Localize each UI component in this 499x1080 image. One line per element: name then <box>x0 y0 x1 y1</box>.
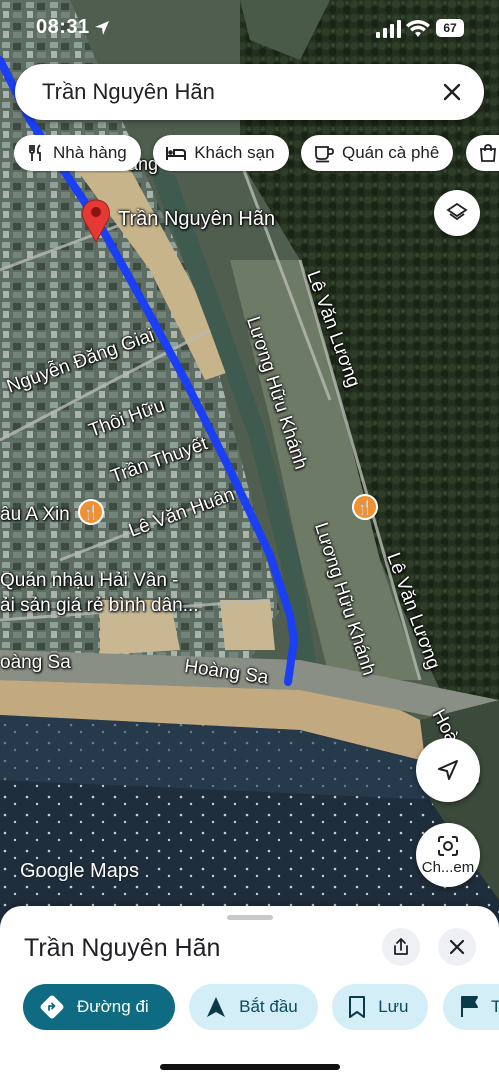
status-time: 08:31 <box>36 16 90 38</box>
search-bar[interactable]: Trần Nguyên Hãn <box>15 64 484 120</box>
save-button[interactable]: Lưu <box>332 984 429 1030</box>
bookmark-icon <box>349 996 366 1018</box>
add-label-button[interactable]: Thê <box>442 984 499 1030</box>
location-arrow-icon <box>95 21 109 35</box>
status-bar: 08:31 67 <box>0 12 499 46</box>
map-label-route[interactable]: Trần Nguyên Hãn <box>118 208 275 231</box>
chip-hotels[interactable]: Khách sạn <box>153 135 289 171</box>
navigation-arrow-icon <box>207 997 226 1017</box>
map-label-hai-van-2: ải sản giá rẻ bình dân... <box>0 595 199 616</box>
navigation-arrow-icon <box>438 760 458 780</box>
shopping-bag-icon <box>479 144 496 162</box>
google-maps-attribution: Google Maps <box>20 860 139 882</box>
action-label: Bắt đầu <box>239 997 298 1016</box>
chip-restaurants[interactable]: Nhà hàng <box>14 135 141 171</box>
map-label-hai-van-1: Quán nhậu Hải Vân - <box>0 570 179 591</box>
coffee-cup-icon <box>315 146 334 163</box>
sheet-grabber[interactable] <box>227 915 273 920</box>
map-label-au-a-xin: âu A Xin <box>0 504 70 525</box>
chip-label: Nhà hàng <box>53 143 127 162</box>
start-button[interactable]: Bắt đầu <box>189 984 318 1030</box>
fork-knife-icon <box>29 144 41 161</box>
action-label: Lưu <box>378 997 409 1016</box>
flag-icon <box>460 996 478 1017</box>
lens-button[interactable]: Ch...em <box>416 823 480 887</box>
close-icon <box>449 939 465 955</box>
camera-lens-icon <box>438 835 458 856</box>
chip-label: Khách sạn <box>194 143 275 162</box>
action-label: Đường đi <box>77 997 149 1016</box>
clear-search-button[interactable] <box>438 78 466 106</box>
wifi-icon <box>406 20 430 37</box>
restaurant-pin-icon[interactable]: 🍴 <box>78 499 104 525</box>
chip-cafes[interactable]: Quán cà phê <box>300 135 454 171</box>
restaurant-pin-icon[interactable]: 🍴 <box>352 494 378 520</box>
chip-shopping[interactable]: M <box>465 135 499 171</box>
action-label: Thê <box>490 997 499 1016</box>
category-chips: Nhà hàng Khách sạn Quán cà phê M <box>14 135 499 173</box>
battery-level: 67 <box>443 21 457 35</box>
signal-icon <box>376 20 401 38</box>
share-button[interactable] <box>382 928 420 966</box>
directions-button[interactable]: Đường đi <box>23 984 175 1030</box>
place-sheet[interactable]: Trần Nguyên Hãn Đường đi Bắt đầu Lưu T <box>0 906 499 1080</box>
my-location-button[interactable] <box>416 738 480 802</box>
layers-button[interactable] <box>434 190 480 236</box>
close-icon <box>443 83 461 101</box>
place-title: Trần Nguyên Hãn <box>24 934 221 962</box>
battery-icon: 67 <box>436 19 464 37</box>
map-label-hoang-sa-left: oàng Sa <box>0 652 71 673</box>
directions-icon <box>40 995 64 1019</box>
action-buttons: Đường đi Bắt đầu Lưu Thê <box>23 984 499 1032</box>
chip-label: Quán cà phê <box>341 143 440 162</box>
lens-label: Ch...em <box>421 858 475 876</box>
search-input[interactable]: Trần Nguyên Hãn <box>42 79 438 105</box>
layers-icon <box>446 202 468 221</box>
bed-icon <box>166 147 187 160</box>
close-sheet-button[interactable] <box>438 928 476 966</box>
home-indicator[interactable] <box>160 1064 340 1070</box>
share-icon <box>394 938 408 955</box>
